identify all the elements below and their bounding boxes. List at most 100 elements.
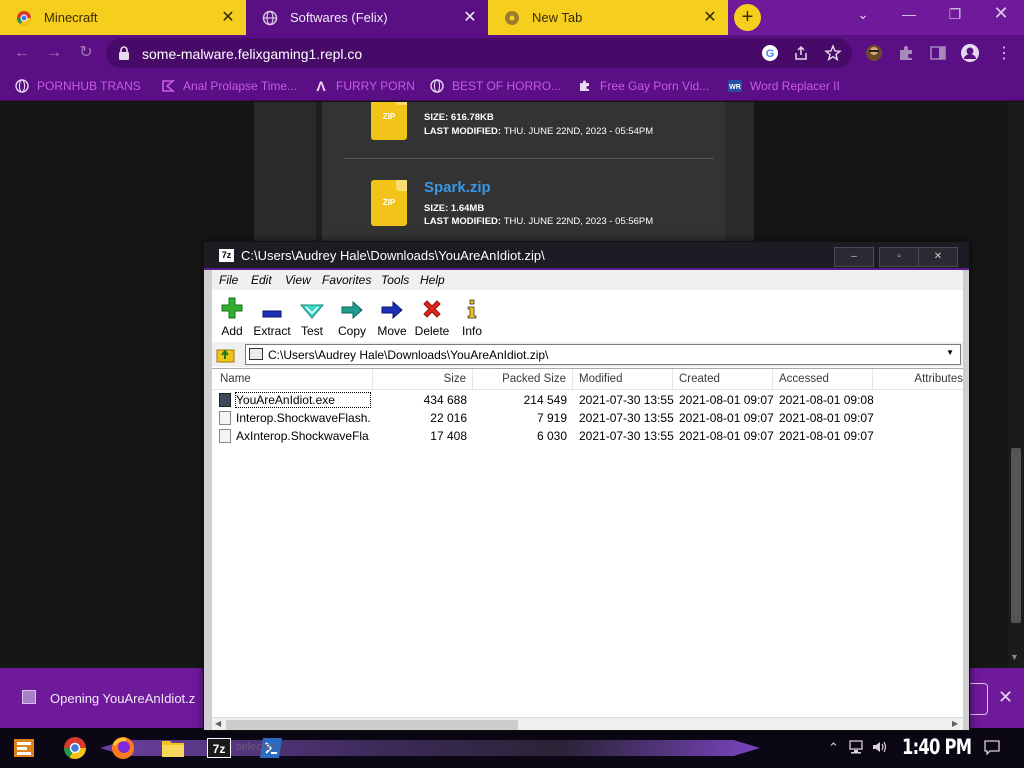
divider	[344, 158, 714, 159]
profile-extension-icon[interactable]	[864, 43, 884, 63]
maximize-icon[interactable]: ▫	[879, 247, 919, 267]
bookmark-item[interactable]: Λ FURRY PORN	[313, 77, 415, 95]
back-icon[interactable]: ←	[12, 43, 32, 63]
address-bar[interactable]: some-malware.felixgaming1.repl.co G	[106, 38, 852, 68]
file-link-spark-zip[interactable]: Spark.zip	[424, 179, 491, 196]
copy-button[interactable]: Copy	[332, 295, 372, 338]
column-header-name[interactable]: Name	[212, 369, 373, 390]
menu-help[interactable]: Help	[420, 273, 445, 287]
menu-dots-icon[interactable]: ⋮	[994, 43, 1014, 63]
test-button[interactable]: Test	[292, 295, 332, 338]
delete-button[interactable]: Delete	[412, 295, 452, 338]
chrome-icon[interactable]	[60, 733, 90, 763]
reload-icon[interactable]: ↻	[76, 43, 96, 63]
menu-favorites[interactable]: Favorites	[322, 273, 371, 287]
bookmark-label: FURRY PORN	[336, 79, 415, 93]
notifications-icon[interactable]	[984, 740, 1000, 758]
menu-edit[interactable]: Edit	[251, 273, 272, 287]
menu-file[interactable]: File	[219, 273, 238, 287]
column-header-size[interactable]: Size	[373, 369, 473, 390]
menu-tools[interactable]: Tools	[381, 273, 409, 287]
horizontal-scrollbar-thumb[interactable]	[226, 720, 518, 730]
path-combobox[interactable]: C:\Users\Audrey Hale\Downloads\YouAreAnI…	[245, 344, 961, 365]
zip-file-icon[interactable]: ZIP	[371, 102, 407, 140]
column-header-created[interactable]: Created	[673, 369, 773, 390]
add-button[interactable]: Add	[212, 295, 252, 338]
bookmark-item[interactable]: BEST OF HORRO...	[429, 77, 561, 95]
move-button[interactable]: Move	[372, 295, 412, 338]
window-title-bar[interactable]: 7z C:\Users\Audrey Hale\Downloads\YouAre…	[204, 242, 969, 270]
star-icon[interactable]	[824, 44, 842, 62]
scroll-down-arrow-icon[interactable]: ▼	[1010, 652, 1019, 662]
archive-icon	[249, 348, 263, 360]
7zip-icon: 7z	[219, 249, 234, 262]
page-scrollbar-thumb[interactable]	[1011, 448, 1021, 623]
forward-icon[interactable]: →	[44, 43, 64, 63]
menu-view[interactable]: View	[285, 273, 311, 287]
share-icon[interactable]	[792, 44, 810, 62]
zip-file-icon[interactable]: ZIP	[371, 180, 407, 226]
extensions-icon[interactable]	[896, 43, 916, 63]
clock[interactable]: 1:40 PM	[902, 735, 972, 759]
profile-avatar-icon[interactable]	[960, 43, 980, 63]
close-window-icon[interactable]: ✕	[990, 3, 1012, 24]
column-header-attributes[interactable]: Attributes	[873, 369, 963, 390]
tab-minecraft[interactable]: Minecraft ✕	[0, 0, 246, 35]
chevron-down-icon[interactable]: ▼	[946, 348, 954, 357]
file-accessed: 2021-08-01 09:07	[779, 411, 874, 425]
lock-icon[interactable]	[118, 46, 130, 63]
info-button[interactable]: Info	[452, 295, 492, 338]
file-size: SIZE: 616.78KB	[424, 112, 494, 123]
file-name: AxInterop.ShockwaveFla...	[236, 429, 370, 443]
chevron-up-icon[interactable]: ⌃	[828, 740, 839, 756]
column-header-accessed[interactable]: Accessed	[773, 369, 873, 390]
file-modified: 2021-07-30 13:55	[579, 393, 674, 407]
chevron-down-icon[interactable]: ⌄	[852, 6, 874, 23]
side-panel-icon[interactable]	[928, 43, 948, 63]
close-tab-icon[interactable]: ✕	[702, 9, 718, 26]
bookmark-item[interactable]: PORNHUB TRANS	[14, 77, 141, 95]
close-window-icon[interactable]: ✕	[918, 247, 958, 267]
close-tab-icon[interactable]: ✕	[220, 9, 236, 26]
puzzle-icon	[577, 78, 593, 94]
volume-icon[interactable]	[872, 740, 888, 757]
file-created: 2021-08-01 09:07	[679, 393, 774, 407]
minimize-icon[interactable]: –	[834, 247, 874, 267]
table-row[interactable]: Interop.ShockwaveFlash... 22 016 7 919 2…	[212, 409, 963, 427]
bookmark-item[interactable]: WR Word Replacer II	[727, 77, 840, 95]
close-tab-icon[interactable]: ✕	[462, 9, 478, 26]
file-modified: 2021-07-30 13:55	[579, 429, 674, 443]
tab-softwares-felix[interactable]: Softwares (Felix) ✕	[246, 0, 488, 35]
extract-button[interactable]: Extract	[252, 295, 292, 338]
file-last-modified: LAST MODIFIED: THU. JUNE 22ND, 2023 - 05…	[424, 216, 654, 227]
bookmark-item[interactable]: Anal Prolapse Time...	[160, 77, 297, 95]
file-icon	[219, 429, 231, 443]
scroll-right-arrow-icon[interactable]: ▶	[952, 719, 958, 728]
firefox-icon[interactable]	[108, 733, 138, 763]
bookmarks-bar: PORNHUB TRANS Anal Prolapse Time... Λ FU…	[0, 71, 1024, 101]
file-explorer-icon[interactable]	[158, 733, 188, 763]
scroll-left-arrow-icon[interactable]: ◀	[215, 719, 221, 728]
tab-new-tab[interactable]: New Tab ✕	[488, 0, 728, 35]
bookmark-item[interactable]: Free Gay Porn Vid...	[577, 77, 709, 95]
table-row[interactable]: YouAreAnIdiot.exe 434 688 214 549 2021-0…	[212, 391, 963, 409]
start-icon[interactable]	[10, 733, 40, 763]
restore-icon[interactable]: ❐	[944, 6, 966, 23]
horizontal-scrollbar[interactable]: ◀ ▶	[212, 717, 963, 730]
folder-up-icon[interactable]	[216, 345, 235, 364]
7zip-icon[interactable]: 7z	[204, 733, 234, 763]
svg-text:G: G	[766, 48, 775, 60]
close-download-bar-icon[interactable]: ✕	[998, 687, 1013, 708]
table-row[interactable]: AxInterop.ShockwaveFla... 17 408 6 030 2…	[212, 427, 963, 445]
tab-title: Minecraft	[44, 10, 98, 25]
bookmark-label: BEST OF HORRO...	[452, 79, 562, 93]
column-header-packed-size[interactable]: Packed Size	[473, 369, 573, 390]
download-item-label[interactable]: Opening YouAreAnIdiot.z	[50, 691, 195, 706]
minimize-icon[interactable]: —	[898, 6, 920, 22]
new-tab-button[interactable]: +	[734, 4, 761, 31]
column-header-modified[interactable]: Modified	[573, 369, 673, 390]
exe-file-icon	[219, 393, 231, 407]
google-icon[interactable]: G	[761, 44, 779, 62]
file-size: 17 408	[430, 429, 467, 443]
network-icon[interactable]	[848, 740, 864, 757]
